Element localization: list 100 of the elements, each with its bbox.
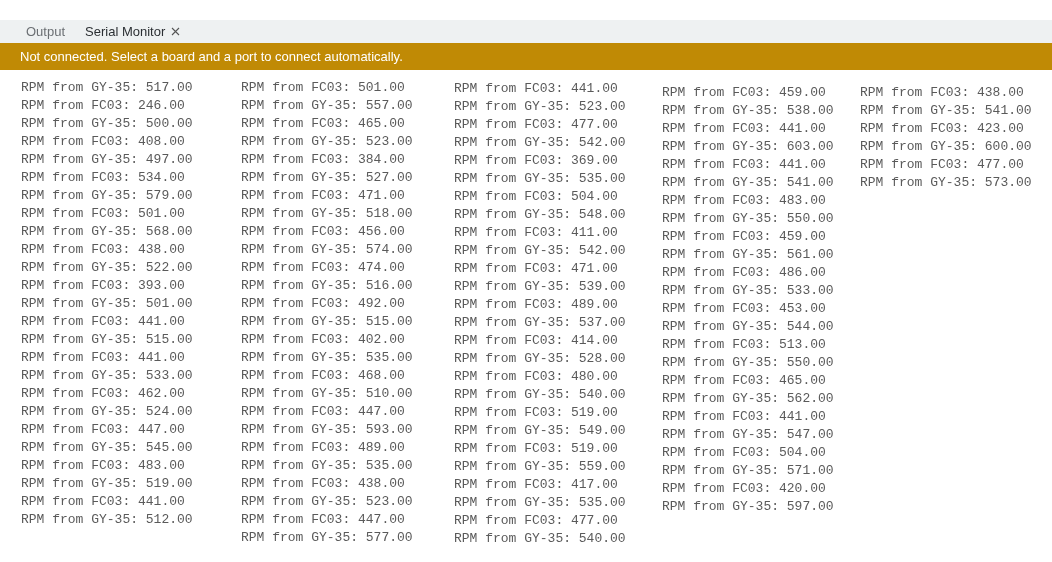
serial-output-line: RPM from FC03: 483.00 [21, 457, 186, 475]
serial-output-line: RPM from GY-35: 597.00 [662, 498, 835, 516]
serial-output-line: RPM from GY-35: 524.00 [21, 403, 194, 421]
serial-output-line: RPM from GY-35: 527.00 [241, 169, 414, 187]
serial-output-line: RPM from GY-35: 603.00 [662, 138, 835, 156]
serial-output-line: RPM from FC03: 438.00 [21, 241, 186, 259]
serial-output-line: RPM from GY-35: 528.00 [454, 350, 627, 368]
serial-output-line: RPM from GY-35: 517.00 [21, 79, 194, 97]
serial-output-line: RPM from FC03: 477.00 [454, 116, 619, 134]
serial-output-line: RPM from FC03: 441.00 [21, 493, 186, 511]
serial-output-line: RPM from FC03: 417.00 [454, 476, 619, 494]
serial-output-line: RPM from GY-35: 515.00 [21, 331, 194, 349]
serial-output-line: RPM from FC03: 465.00 [241, 115, 406, 133]
serial-output-line: RPM from GY-35: 538.00 [662, 102, 835, 120]
serial-output-line: RPM from GY-35: 512.00 [21, 511, 194, 529]
serial-output-line: RPM from GY-35: 574.00 [241, 241, 414, 259]
serial-output-line: RPM from FC03: 513.00 [662, 336, 827, 354]
serial-output-line: RPM from GY-35: 550.00 [662, 210, 835, 228]
serial-output-line: RPM from GY-35: 540.00 [454, 530, 627, 548]
connection-warning: Not connected. Select a board and a port to connect automatically. [20, 49, 403, 64]
tab[interactable]: Output [18, 20, 74, 43]
serial-output-line: RPM from FC03: 486.00 [662, 264, 827, 282]
serial-output-line: RPM from FC03: 369.00 [454, 152, 619, 170]
serial-output-line: RPM from FC03: 483.00 [662, 192, 827, 210]
serial-output-line: RPM from FC03: 456.00 [241, 223, 406, 241]
serial-output-line: RPM from FC03: 504.00 [454, 188, 619, 206]
close-icon[interactable] [171, 27, 181, 36]
serial-output-line: RPM from GY-35: 600.00 [860, 138, 1033, 156]
serial-output-line: RPM from FC03: 447.00 [21, 421, 186, 439]
serial-output-line: RPM from FC03: 519.00 [454, 440, 619, 458]
serial-output-line: RPM from GY-35: 541.00 [662, 174, 835, 192]
serial-output-line: RPM from GY-35: 523.00 [454, 98, 627, 116]
serial-output-line: RPM from FC03: 441.00 [662, 120, 827, 138]
serial-output-line: RPM from FC03: 402.00 [241, 331, 406, 349]
tab[interactable]: Serial Monitor [77, 20, 189, 43]
serial-output-line: RPM from FC03: 519.00 [454, 404, 619, 422]
serial-output-line: RPM from GY-35: 562.00 [662, 390, 835, 408]
serial-output-line: RPM from GY-35: 548.00 [454, 206, 627, 224]
serial-output-line: RPM from FC03: 504.00 [662, 444, 827, 462]
serial-output-line: RPM from GY-35: 535.00 [241, 457, 414, 475]
serial-output-line: RPM from GY-35: 519.00 [21, 475, 194, 493]
serial-output-line: RPM from GY-35: 579.00 [21, 187, 194, 205]
serial-output-line: RPM from GY-35: 550.00 [662, 354, 835, 372]
serial-output-line: RPM from FC03: 411.00 [454, 224, 619, 242]
serial-output-line: RPM from GY-35: 549.00 [454, 422, 627, 440]
serial-output-line: RPM from FC03: 465.00 [662, 372, 827, 390]
serial-output-line: RPM from FC03: 501.00 [21, 205, 186, 223]
serial-output-line: RPM from GY-35: 568.00 [21, 223, 194, 241]
serial-output-line: RPM from FC03: 489.00 [454, 296, 619, 314]
serial-output-line: RPM from FC03: 246.00 [21, 97, 186, 115]
serial-output-line: RPM from FC03: 462.00 [21, 385, 186, 403]
serial-output-line: RPM from GY-35: 544.00 [662, 318, 835, 336]
serial-output-line: RPM from FC03: 477.00 [454, 512, 619, 530]
serial-output-line: RPM from GY-35: 577.00 [241, 529, 414, 547]
serial-output-line: RPM from FC03: 447.00 [241, 403, 406, 421]
serial-output-line: RPM from FC03: 474.00 [241, 259, 406, 277]
serial-output-line: RPM from GY-35: 533.00 [21, 367, 194, 385]
serial-output-line: RPM from FC03: 423.00 [860, 120, 1025, 138]
serial-output-line: RPM from FC03: 534.00 [21, 169, 186, 187]
serial-output-line: RPM from GY-35: 542.00 [454, 134, 627, 152]
serial-output-line: RPM from GY-35: 537.00 [454, 314, 627, 332]
serial-output-line: RPM from GY-35: 540.00 [454, 386, 627, 404]
serial-output-line: RPM from FC03: 438.00 [241, 475, 406, 493]
serial-output-line: RPM from FC03: 480.00 [454, 368, 619, 386]
serial-output-line: RPM from GY-35: 535.00 [241, 349, 414, 367]
serial-output-line: RPM from GY-35: 522.00 [21, 259, 194, 277]
serial-output-line: RPM from FC03: 393.00 [21, 277, 186, 295]
serial-output-line: RPM from FC03: 471.00 [454, 260, 619, 278]
serial-output-line: RPM from FC03: 441.00 [21, 313, 186, 331]
serial-output-line: RPM from GY-35: 539.00 [454, 278, 627, 296]
serial-output-line: RPM from FC03: 441.00 [662, 408, 827, 426]
serial-output-line: RPM from FC03: 441.00 [21, 349, 186, 367]
serial-output-line: RPM from FC03: 441.00 [662, 156, 827, 174]
serial-output-line: RPM from GY-35: 510.00 [241, 385, 414, 403]
serial-output-line: RPM from GY-35: 593.00 [241, 421, 414, 439]
serial-output-line: RPM from GY-35: 559.00 [454, 458, 627, 476]
serial-output-line: RPM from FC03: 414.00 [454, 332, 619, 350]
serial-output-line: RPM from FC03: 408.00 [21, 133, 186, 151]
serial-output-line: RPM from GY-35: 523.00 [241, 493, 414, 511]
serial-output-line: RPM from FC03: 384.00 [241, 151, 406, 169]
serial-output-line: RPM from GY-35: 535.00 [454, 170, 627, 188]
serial-output-line: RPM from GY-35: 573.00 [860, 174, 1033, 192]
serial-output-line: RPM from FC03: 477.00 [860, 156, 1025, 174]
serial-output-line: RPM from GY-35: 535.00 [454, 494, 627, 512]
serial-output-line: RPM from FC03: 501.00 [241, 79, 406, 97]
serial-output-line: RPM from FC03: 492.00 [241, 295, 406, 313]
serial-output-line: RPM from FC03: 441.00 [454, 80, 619, 98]
serial-output-line: RPM from FC03: 459.00 [662, 84, 827, 102]
serial-output-line: RPM from GY-35: 500.00 [21, 115, 194, 133]
serial-output-line: RPM from GY-35: 523.00 [241, 133, 414, 151]
serial-output-line: RPM from GY-35: 561.00 [662, 246, 835, 264]
serial-output-line: RPM from FC03: 447.00 [241, 511, 406, 529]
serial-output-line: RPM from GY-35: 541.00 [860, 102, 1033, 120]
serial-output-line: RPM from FC03: 489.00 [241, 439, 406, 457]
serial-output-line: RPM from FC03: 420.00 [662, 480, 827, 498]
serial-output-line: RPM from FC03: 459.00 [662, 228, 827, 246]
serial-output-line: RPM from FC03: 438.00 [860, 84, 1025, 102]
serial-output-line: RPM from GY-35: 516.00 [241, 277, 414, 295]
serial-output-line: RPM from GY-35: 547.00 [662, 426, 835, 444]
serial-output-line: RPM from GY-35: 533.00 [662, 282, 835, 300]
